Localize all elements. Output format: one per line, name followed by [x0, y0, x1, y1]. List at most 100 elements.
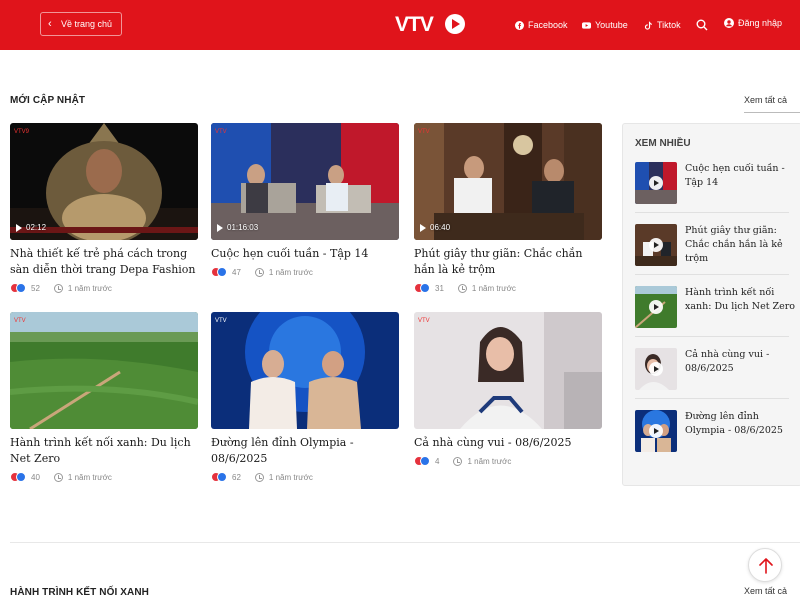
video-duration: 01:16:03	[217, 223, 258, 232]
most-viewed-item-title[interactable]: Hành trình kết nối xanh: Du lịch Net Zer…	[685, 286, 799, 314]
clock-icon	[254, 267, 264, 277]
facebook-icon	[515, 20, 524, 30]
most-viewed-item-title[interactable]: Phút giây thư giãn: Chắc chắn hắn là kẻ …	[685, 224, 799, 266]
video-title[interactable]: Hành trình kết nối xanh: Du lịch Net Zer…	[10, 435, 198, 467]
reaction-count: 62	[232, 472, 241, 482]
most-viewed-thumbnail[interactable]	[635, 162, 677, 204]
video-thumbnail[interactable]: VTV	[10, 312, 198, 429]
svg-text:VTV: VTV	[14, 318, 26, 324]
video-thumbnail[interactable]: VTV	[211, 312, 399, 429]
reaction-icons	[414, 456, 430, 466]
clock-icon	[254, 472, 264, 482]
section-title-latest: MỚI CẬP NHẬT	[10, 95, 86, 106]
video-time: 1 năm trước	[467, 456, 512, 466]
video-card[interactable]: VTV Cả nhà cùng vui - 08/6/2025 4 1 năm …	[414, 312, 602, 467]
most-viewed-title: XEM NHIỀU	[635, 138, 691, 149]
reaction-count: 47	[232, 267, 241, 277]
back-to-top-button[interactable]	[748, 548, 782, 582]
video-thumbnail[interactable]: VTV	[414, 312, 602, 429]
svg-text:VTV: VTV	[418, 129, 430, 135]
most-viewed-item-title[interactable]: Đường lên đỉnh Olympia - 08/6/2025	[685, 410, 799, 438]
reaction-count: 4	[435, 456, 440, 466]
search-icon[interactable]	[696, 19, 708, 31]
see-all-latest-link[interactable]: Xem tất cả	[744, 95, 787, 105]
most-viewed-item[interactable]: Cuộc hẹn cuối tuần - Tập 14	[635, 162, 800, 204]
reaction-count: 52	[31, 283, 40, 293]
youtube-icon	[582, 21, 591, 29]
video-meta: 47 1 năm trước	[211, 266, 399, 278]
clock-icon	[457, 283, 467, 293]
video-card[interactable]: VTV 06:40 Phút giây thư giãn: Chắc chắn …	[414, 123, 602, 294]
see-all-underline	[744, 112, 800, 113]
clock-icon	[453, 456, 463, 466]
video-title[interactable]: Nhà thiết kế trẻ phá cách trong sàn diễn…	[10, 246, 198, 278]
section-divider	[10, 542, 800, 543]
video-title[interactable]: Cả nhà cùng vui - 08/6/2025	[414, 435, 602, 451]
clock-icon	[53, 472, 63, 482]
video-thumbnail[interactable]: VTV 01:16:03	[211, 123, 399, 240]
login-button[interactable]: Đăng nhập	[724, 18, 782, 28]
video-thumbnail[interactable]: VTV9 02:12	[10, 123, 198, 240]
most-viewed-panel: XEM NHIỀU Cuộc hẹn cuối tuần - Tập 14 Ph…	[622, 123, 800, 486]
login-label: Đăng nhập	[738, 18, 783, 28]
video-card[interactable]: VTV9 02:12 Nhà thiết kế trẻ phá cách tro…	[10, 123, 198, 294]
like-icon	[420, 283, 430, 293]
most-viewed-thumbnail[interactable]	[635, 286, 677, 328]
like-icon	[16, 472, 26, 482]
chevron-left-icon: ‹	[48, 18, 52, 30]
video-time: 1 năm trước	[268, 267, 313, 277]
most-viewed-thumbnail[interactable]	[635, 224, 677, 266]
clock-icon	[53, 283, 63, 293]
vtv-logo[interactable]: VTV	[395, 12, 467, 36]
most-viewed-item[interactable]: Đường lên đỉnh Olympia - 08/6/2025	[635, 410, 800, 452]
facebook-link[interactable]: Facebook	[515, 18, 568, 32]
most-viewed-item-title[interactable]: Cả nhà cùng vui - 08/6/2025	[685, 348, 799, 376]
divider	[635, 336, 789, 337]
youtube-link[interactable]: Youtube	[582, 18, 628, 32]
see-all-green-journey-link[interactable]: Xem tất cả	[744, 586, 787, 596]
play-icon	[16, 223, 22, 232]
arrow-up-icon	[759, 558, 773, 574]
play-icon	[420, 223, 426, 232]
video-time: 1 năm trước	[268, 472, 313, 482]
video-duration: 02:12	[16, 223, 46, 232]
divider	[635, 212, 789, 213]
video-title[interactable]: Cuộc hẹn cuối tuần - Tập 14	[211, 246, 399, 262]
reaction-count: 40	[31, 472, 40, 482]
like-icon	[16, 283, 26, 293]
divider	[635, 274, 789, 275]
video-card[interactable]: VTV 01:16:03 Cuộc hẹn cuối tuần - Tập 14…	[211, 123, 399, 278]
most-viewed-item[interactable]: Phút giây thư giãn: Chắc chắn hắn là kẻ …	[635, 224, 800, 266]
most-viewed-thumbnail[interactable]	[635, 410, 677, 452]
youtube-label: Youtube	[595, 20, 628, 30]
section-title-green-journey: HÀNH TRÌNH KẾT NỐI XANH	[10, 587, 149, 598]
most-viewed-thumbnail[interactable]	[635, 348, 677, 390]
svg-text:VTV9: VTV9	[14, 129, 30, 135]
most-viewed-item-title[interactable]: Cuộc hẹn cuối tuần - Tập 14	[685, 162, 799, 190]
back-home-button[interactable]: ‹ Về trang chủ	[40, 12, 123, 36]
video-meta: 52 1 năm trước	[10, 282, 198, 294]
tiktok-label: Tiktok	[657, 20, 681, 30]
tiktok-icon	[644, 20, 652, 30]
most-viewed-item[interactable]: Cả nhà cùng vui - 08/6/2025	[635, 348, 800, 390]
like-icon	[217, 472, 227, 482]
video-thumbnail[interactable]: VTV 06:40	[414, 123, 602, 240]
video-title[interactable]: Phút giây thư giãn: Chắc chắn hắn là kẻ …	[414, 246, 602, 278]
tiktok-link[interactable]: Tiktok	[644, 18, 681, 32]
reaction-icons	[211, 472, 227, 482]
facebook-label: Facebook	[528, 20, 568, 30]
like-icon	[217, 267, 227, 277]
video-duration: 06:40	[420, 223, 450, 232]
back-home-label: Về trang chủ	[61, 19, 113, 29]
reaction-icons	[10, 283, 26, 293]
video-time: 1 năm trước	[67, 472, 112, 482]
video-title[interactable]: Đường lên đỉnh Olympia - 08/6/2025	[211, 435, 399, 467]
video-meta: 62 1 năm trước	[211, 471, 399, 483]
reaction-icons	[10, 472, 26, 482]
logo-text: VTV	[395, 13, 434, 36]
video-card[interactable]: VTV Hành trình kết nối xanh: Du lịch Net…	[10, 312, 198, 483]
play-icon	[649, 362, 663, 376]
most-viewed-item[interactable]: Hành trình kết nối xanh: Du lịch Net Zer…	[635, 286, 800, 328]
video-card[interactable]: VTV Đường lên đỉnh Olympia - 08/6/2025 6…	[211, 312, 399, 483]
divider	[635, 398, 789, 399]
